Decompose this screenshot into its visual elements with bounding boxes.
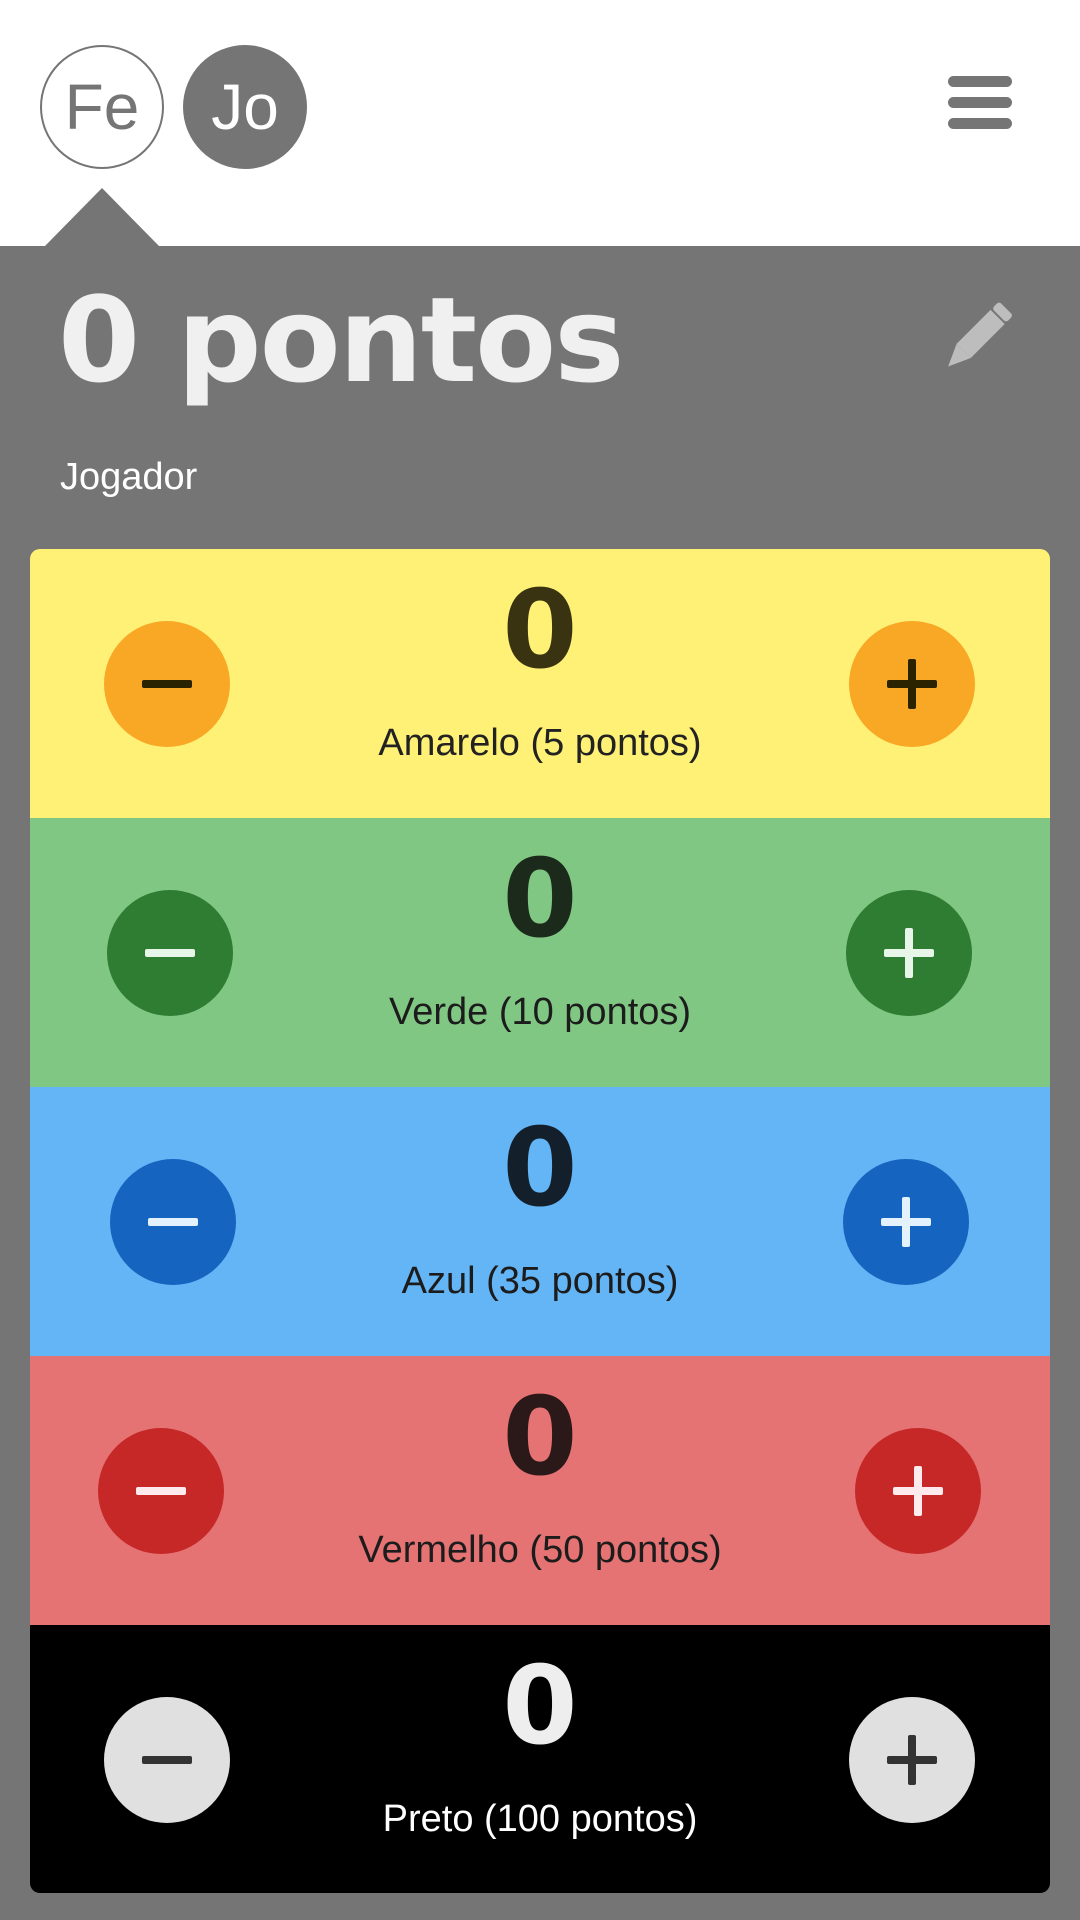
hamburger-menu-icon[interactable] — [948, 74, 1014, 132]
counter-row-amarelo: 0 Amarelo (5 pontos) — [30, 549, 1050, 818]
color-counter-card: 0 Amarelo (5 pontos) 0 Verde (10 pontos)… — [30, 549, 1050, 1893]
counter-row-preto: 0 Preto (100 pontos) — [30, 1625, 1050, 1893]
counter-row-verde: 0 Verde (10 pontos) — [30, 818, 1050, 1087]
counter-row-azul: 0 Azul (35 pontos) — [30, 1087, 1050, 1356]
player-avatar-fe-initials: Fe — [64, 71, 140, 143]
player-avatar-jo-initials: Jo — [211, 71, 279, 143]
increment-amarelo-button[interactable] — [849, 621, 975, 747]
score-panel: 0 pontos Jogador 0 Amarelo (5 pontos) 0 … — [0, 246, 1080, 1920]
pencil-icon[interactable] — [930, 296, 1020, 386]
increment-verde-button[interactable] — [846, 890, 972, 1016]
selected-player-pointer — [45, 188, 159, 246]
top-bar: Fe Jo — [0, 0, 1080, 246]
increment-vermelho-button[interactable] — [855, 1428, 981, 1554]
increment-azul-button[interactable] — [843, 1159, 969, 1285]
player-name-label: Jogador — [60, 456, 198, 498]
increment-preto-button[interactable] — [849, 1697, 975, 1823]
counter-row-vermelho: 0 Vermelho (50 pontos) — [30, 1356, 1050, 1625]
player-avatar-jo[interactable]: Jo — [183, 45, 307, 169]
total-score-title: 0 pontos — [58, 271, 624, 409]
player-avatar-fe[interactable]: Fe — [40, 45, 164, 169]
